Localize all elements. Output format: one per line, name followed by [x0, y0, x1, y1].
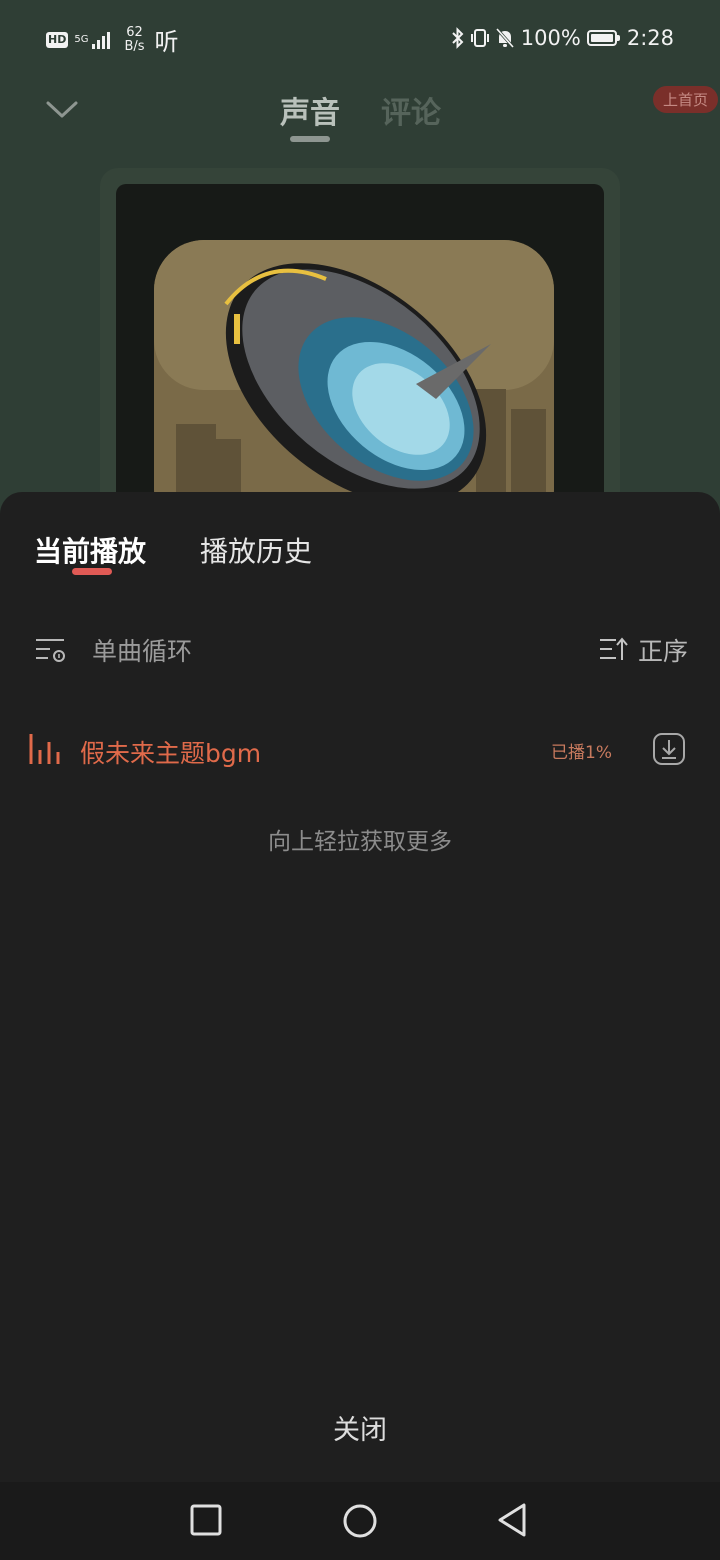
network-speed-unit: B/s [124, 38, 145, 54]
tab-sound[interactable]: 声音 [280, 88, 340, 132]
queue-controls: 单曲循环 正序 [0, 626, 720, 676]
track-played-progress: 已播1% [551, 743, 612, 763]
loop-mode-label: 单曲循环 [92, 637, 193, 666]
app-indicator: 听 [154, 28, 179, 56]
bluetooth-icon [452, 27, 464, 49]
status-right: 100% 2:28 [451, 26, 674, 50]
network-speed: 62 B/s [124, 24, 145, 54]
tab-comments[interactable]: 评论 [381, 88, 441, 132]
tab-play-history[interactable]: 播放历史 [200, 530, 312, 570]
hd-badge: HD [46, 31, 69, 48]
battery-icon [586, 30, 620, 46]
square-icon[interactable] [188, 1502, 224, 1538]
repeat-one-icon [36, 639, 65, 662]
sort-order-button[interactable]: 正序 [598, 632, 688, 668]
clock: 2:28 [626, 26, 674, 50]
player-page-background: HD 5G 62 B/s 听 100% 2:28 声音 评论 上首页 [0, 0, 720, 528]
active-tab-indicator [72, 568, 112, 575]
network-speed-value: 62 [126, 24, 143, 40]
signal-strength-icon [92, 31, 111, 49]
ufo-illustration [154, 240, 554, 514]
pull-up-hint: 向上轻拉获取更多 [268, 829, 452, 855]
sort-order-label: 正序 [637, 637, 688, 666]
play-queue-sheet: 当前播放 播放历史 单曲循环 正序 假未来主题bgm 已播1% 向上轻拉获取更多… [0, 492, 720, 1482]
network-type: 5G [74, 33, 89, 45]
download-icon[interactable] [652, 732, 686, 766]
loop-mode-button[interactable]: 单曲循环 [34, 632, 192, 668]
battery-percent: 100% [520, 26, 581, 50]
player-header: 声音 评论 上首页 [0, 80, 720, 150]
mute-notification-icon [495, 28, 514, 48]
vibrate-icon [470, 29, 489, 47]
status-bar: HD 5G 62 B/s 听 100% 2:28 [0, 0, 720, 80]
circle-icon[interactable] [340, 1502, 380, 1542]
triangle-back-icon[interactable] [494, 1502, 530, 1538]
system-navigation-bar [0, 1482, 720, 1560]
close-button[interactable]: 关闭 [310, 1408, 410, 1447]
equalizer-icon [29, 734, 60, 764]
queue-tabs: 当前播放 播放历史 [0, 524, 720, 584]
album-cover [116, 184, 604, 514]
tab-current-playing[interactable]: 当前播放 [34, 530, 146, 570]
go-home-badge[interactable]: 上首页 [652, 86, 718, 113]
tab-sound-indicator [290, 136, 330, 142]
chevron-down-icon[interactable] [42, 94, 82, 124]
queue-track-item[interactable]: 假未来主题bgm 已播1% [0, 718, 720, 782]
status-left: HD 5G 62 B/s 听 [46, 22, 179, 57]
sort-ascending-icon [599, 637, 628, 660]
track-title: 假未来主题bgm [80, 739, 262, 768]
